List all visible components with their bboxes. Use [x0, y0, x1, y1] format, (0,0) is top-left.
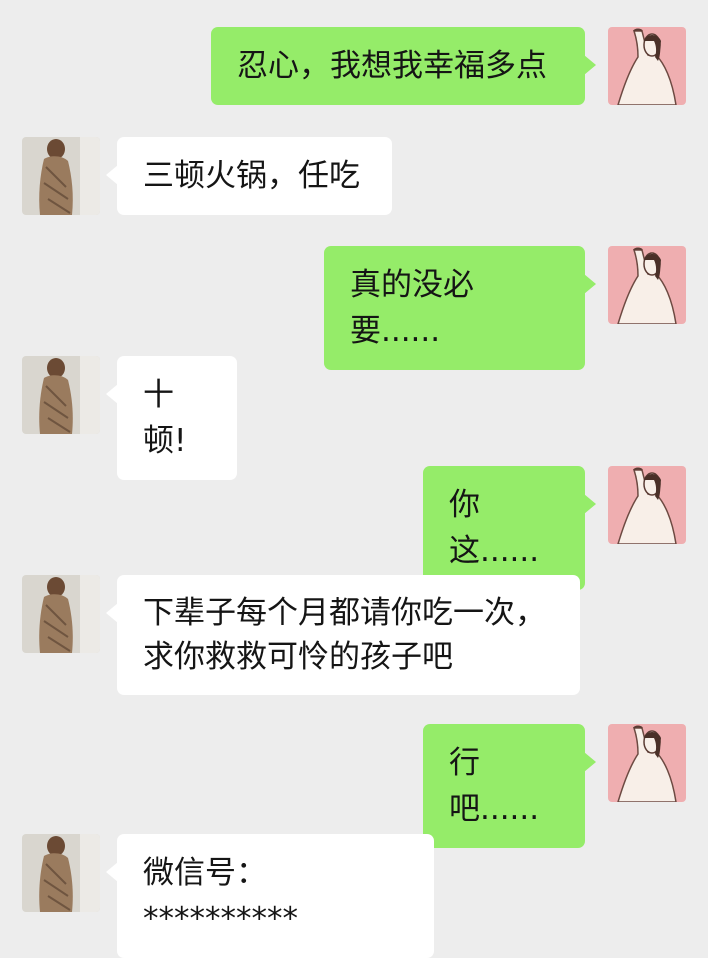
message-row-incoming: 三顿火锅，任吃 [0, 137, 708, 217]
message-bubble-outgoing[interactable]: 行吧...... [423, 724, 596, 848]
message-row-incoming: 微信号：********** [0, 834, 708, 958]
avatar-self-icon [608, 466, 686, 544]
message-bubble-incoming[interactable]: 下辈子每个月都请你吃一次， 求你救救可怜的孩子吧 [106, 575, 580, 695]
message-row-outgoing: 真的没必要...... [0, 246, 708, 370]
avatar-self[interactable] [608, 724, 686, 802]
message-bubble-incoming[interactable]: 十顿! [106, 356, 237, 480]
avatar-self[interactable] [608, 246, 686, 324]
avatar-self-icon [608, 246, 686, 324]
avatar-contact-icon [22, 834, 100, 912]
avatar-contact[interactable] [22, 137, 100, 215]
message-bubble-outgoing[interactable]: 忍心，我想我幸福多点 [211, 27, 596, 105]
message-row-outgoing: 行吧...... [0, 724, 708, 848]
avatar-self[interactable] [608, 466, 686, 544]
message-bubble-outgoing[interactable]: 你这...... [423, 466, 596, 590]
message-row-outgoing: 忍心，我想我幸福多点 [0, 27, 708, 107]
avatar-self[interactable] [608, 27, 686, 105]
chat-conversation: 忍心，我想我幸福多点 三顿火锅，任吃 真的没必要...... 十顿! 你这...… [0, 0, 708, 958]
avatar-contact[interactable] [22, 356, 100, 434]
avatar-self-icon [608, 27, 686, 105]
avatar-contact-icon [22, 137, 100, 215]
message-row-outgoing: 你这...... [0, 466, 708, 590]
avatar-contact-icon [22, 356, 100, 434]
avatar-contact[interactable] [22, 575, 100, 653]
message-row-incoming: 十顿! [0, 356, 708, 480]
message-bubble-incoming[interactable]: 微信号：********** [106, 834, 434, 958]
avatar-contact[interactable] [22, 834, 100, 912]
avatar-self-icon [608, 724, 686, 802]
message-bubble-outgoing[interactable]: 真的没必要...... [324, 246, 596, 370]
message-row-incoming: 下辈子每个月都请你吃一次， 求你救救可怜的孩子吧 [0, 575, 708, 695]
message-bubble-incoming[interactable]: 三顿火锅，任吃 [106, 137, 392, 215]
avatar-contact-icon [22, 575, 100, 653]
